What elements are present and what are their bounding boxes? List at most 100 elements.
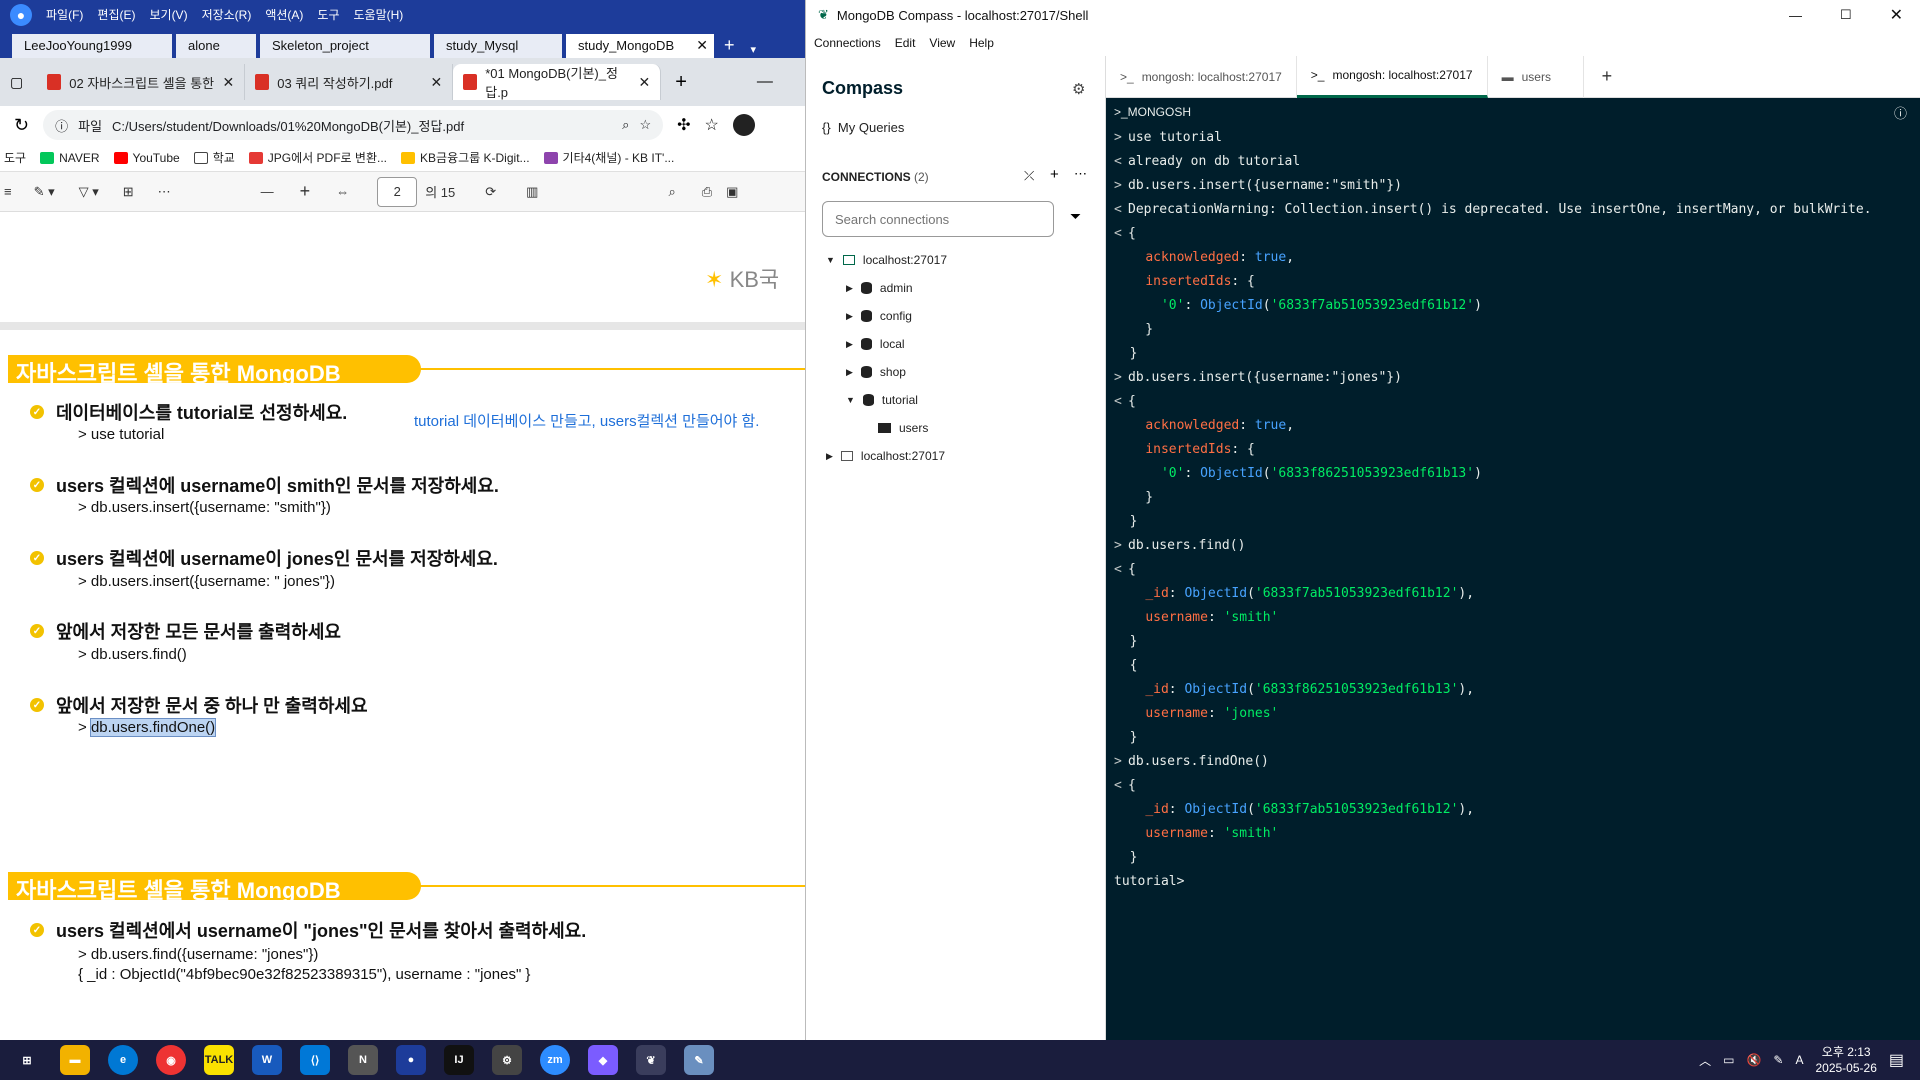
tab-actions-icon[interactable]: ▢ — [10, 74, 23, 91]
browser-tab[interactable]: 02 자바스크립트 셸을 통한 ✕ — [37, 64, 246, 100]
sourcetree-icon[interactable]: ● — [396, 1045, 426, 1075]
more-icon[interactable]: ⋯ — [158, 184, 171, 200]
menu-action[interactable]: 액션(A) — [265, 6, 303, 23]
repo-tab[interactable]: study_Mysql — [434, 34, 562, 58]
print-icon[interactable]: ⎙ — [702, 184, 712, 200]
browser-tab[interactable]: 03 쿼리 작성하기.pdf ✕ — [245, 64, 454, 100]
volume-muted-icon[interactable]: 🔇 — [1746, 1053, 1761, 1067]
database-item[interactable]: ▶ admin — [846, 274, 913, 302]
database-item[interactable]: ▶ shop — [846, 358, 906, 386]
extensions-icon[interactable]: ✣ — [677, 115, 690, 135]
menu-help[interactable]: 도움말(H) — [354, 6, 404, 23]
tab-shell[interactable]: >_ mongosh: localhost:27017 — [1106, 55, 1297, 98]
copilot-icon[interactable]: ◆ — [588, 1045, 618, 1075]
filter-icon[interactable]: ⏷ — [1070, 208, 1081, 225]
menu-view[interactable]: View — [929, 36, 955, 50]
edge-icon[interactable]: e — [108, 1045, 138, 1075]
repo-tab-active[interactable]: study_MongoDB ✕ — [566, 34, 714, 58]
text-icon[interactable]: ⊞ — [123, 184, 134, 200]
tab-collection[interactable]: ▬ users — [1488, 55, 1584, 98]
tab-shell-active[interactable]: >_ mongosh: localhost:27017 — [1296, 55, 1488, 98]
notion-icon[interactable]: N — [348, 1045, 378, 1075]
settings-icon[interactable]: ⚙ — [1072, 80, 1085, 98]
settings-icon[interactable]: ⚙ — [492, 1045, 522, 1075]
minimize-icon[interactable]: — — [757, 73, 773, 91]
mongosh-shell[interactable]: >_MONGOSH ⓘ > use tutorial < already on db t… — [1106, 98, 1920, 1040]
menu-connections[interactable]: Connections — [814, 36, 881, 50]
file-explorer-icon[interactable]: ▬ — [60, 1045, 90, 1075]
favorites-icon[interactable]: ☆ — [705, 115, 719, 135]
fit-page-icon[interactable]: ⇔ — [336, 184, 349, 199]
my-queries-link[interactable]: {} My Queries — [822, 120, 904, 135]
menu-view[interactable]: 보기(V) — [149, 6, 187, 23]
bookmark[interactable]: NAVER — [40, 151, 100, 165]
more-icon[interactable]: ⋯ — [1074, 166, 1087, 182]
notification-icon[interactable]: ▤ — [1889, 1050, 1904, 1070]
browser-tab-active[interactable]: *01 MongoDB(기본)_정답.p ✕ — [453, 64, 662, 100]
page-view-icon[interactable]: ▥ — [526, 184, 538, 200]
notepad-icon[interactable]: ✎ — [684, 1045, 714, 1075]
reload-icon[interactable]: ↻ — [14, 115, 29, 136]
close-icon[interactable]: ✕ — [223, 74, 235, 91]
windows-start-icon[interactable]: ⊞ — [12, 1045, 42, 1075]
chrome-icon[interactable]: ◉ — [156, 1045, 186, 1075]
rotate-icon[interactable]: ⟳ — [485, 184, 496, 200]
zoom-in-icon[interactable]: + — [300, 181, 311, 202]
close-icon[interactable]: ✕ — [1890, 5, 1903, 25]
search-connections-input[interactable] — [822, 201, 1054, 237]
highlighted-text[interactable]: db.users.findOne() — [89, 718, 217, 737]
zoom-icon[interactable]: zm — [540, 1045, 570, 1075]
clock[interactable]: 오후 2:13 2025-05-26 — [1815, 1044, 1876, 1076]
pen-icon[interactable]: ✎ — [1773, 1053, 1783, 1067]
page-number-input[interactable]: 2 — [377, 176, 418, 207]
database-item[interactable]: ▼ tutorial — [846, 386, 918, 414]
menu-edit[interactable]: 편집(E) — [97, 6, 135, 23]
repo-tab[interactable]: Skeleton_project — [260, 34, 430, 58]
close-icon[interactable]: ✕ — [696, 37, 708, 54]
bookmark[interactable]: 학교 — [193, 149, 235, 166]
highlight-icon[interactable]: ▽ ▾ — [79, 184, 99, 200]
ime-indicator[interactable]: A — [1795, 1053, 1803, 1067]
search-icon[interactable]: ⌕ — [668, 184, 675, 200]
bookmark[interactable]: KB금융그룹 K-Digit... — [401, 149, 530, 166]
menu-repository[interactable]: 저장소(R) — [202, 6, 252, 23]
bookmark[interactable]: 도구 — [4, 149, 26, 166]
add-tab-icon[interactable]: + — [1602, 66, 1613, 87]
shell-prompt[interactable]: tutorial> — [1106, 870, 1920, 894]
mongodb-compass-icon[interactable]: ❦ — [636, 1045, 666, 1075]
word-icon[interactable]: W — [252, 1045, 282, 1075]
menu-file[interactable]: 파일(F) — [46, 6, 83, 23]
pdf-viewer[interactable]: ✶ KB국 자바스크립트 셸을 통한 MongoDB tutorial 데이터베… — [0, 212, 805, 1038]
address-bar[interactable]: ⓘ 파일 C:/Users/student/Downloads/01%20Mon… — [43, 110, 664, 140]
connection-item[interactable]: ▼ localhost:27017 — [826, 246, 947, 274]
vscode-icon[interactable]: ⟨⟩ — [300, 1045, 330, 1075]
info-icon[interactable]: ⓘ — [1894, 103, 1907, 122]
database-item[interactable]: ▶ config — [846, 302, 912, 330]
close-icon[interactable]: ✕ — [431, 74, 443, 91]
menu-icon[interactable]: ≡ — [4, 184, 12, 199]
bookmark[interactable]: 기타4(채널) - KB IT'... — [543, 149, 674, 166]
collapse-icon[interactable]: ⤫ — [1024, 168, 1034, 184]
zoom-icon[interactable]: ⌕ — [622, 117, 629, 133]
kakaotalk-icon[interactable]: TALK — [204, 1045, 234, 1075]
intellij-icon[interactable]: IJ — [444, 1045, 474, 1075]
chevron-down-icon[interactable]: ▾ — [745, 43, 763, 58]
bookmark[interactable]: JPG에서 PDF로 변환... — [248, 149, 387, 166]
add-connection-icon[interactable]: + — [1050, 166, 1059, 183]
connection-item[interactable]: ▶ localhost:27017 — [826, 442, 945, 470]
bookmark[interactable]: YouTube — [113, 151, 180, 165]
save-icon[interactable]: ▣ — [726, 184, 738, 200]
zoom-out-icon[interactable]: — — [261, 184, 274, 199]
maximize-icon[interactable]: ☐ — [1840, 7, 1852, 23]
collection-item[interactable]: users — [878, 414, 928, 442]
minimize-icon[interactable]: — — [1789, 8, 1802, 23]
network-icon[interactable]: ▭ — [1723, 1053, 1734, 1067]
repo-tab[interactable]: LeeJooYoung1999 — [12, 34, 172, 58]
menu-tools[interactable]: 도구 — [317, 6, 339, 23]
draw-icon[interactable]: ✎ ▾ — [34, 184, 55, 200]
star-icon[interactable]: ☆ — [639, 117, 651, 133]
add-tab-icon[interactable]: + — [718, 35, 741, 58]
close-icon[interactable]: ✕ — [639, 74, 651, 91]
menu-edit[interactable]: Edit — [895, 36, 916, 50]
chevron-up-icon[interactable]: ︿ — [1699, 1052, 1711, 1069]
